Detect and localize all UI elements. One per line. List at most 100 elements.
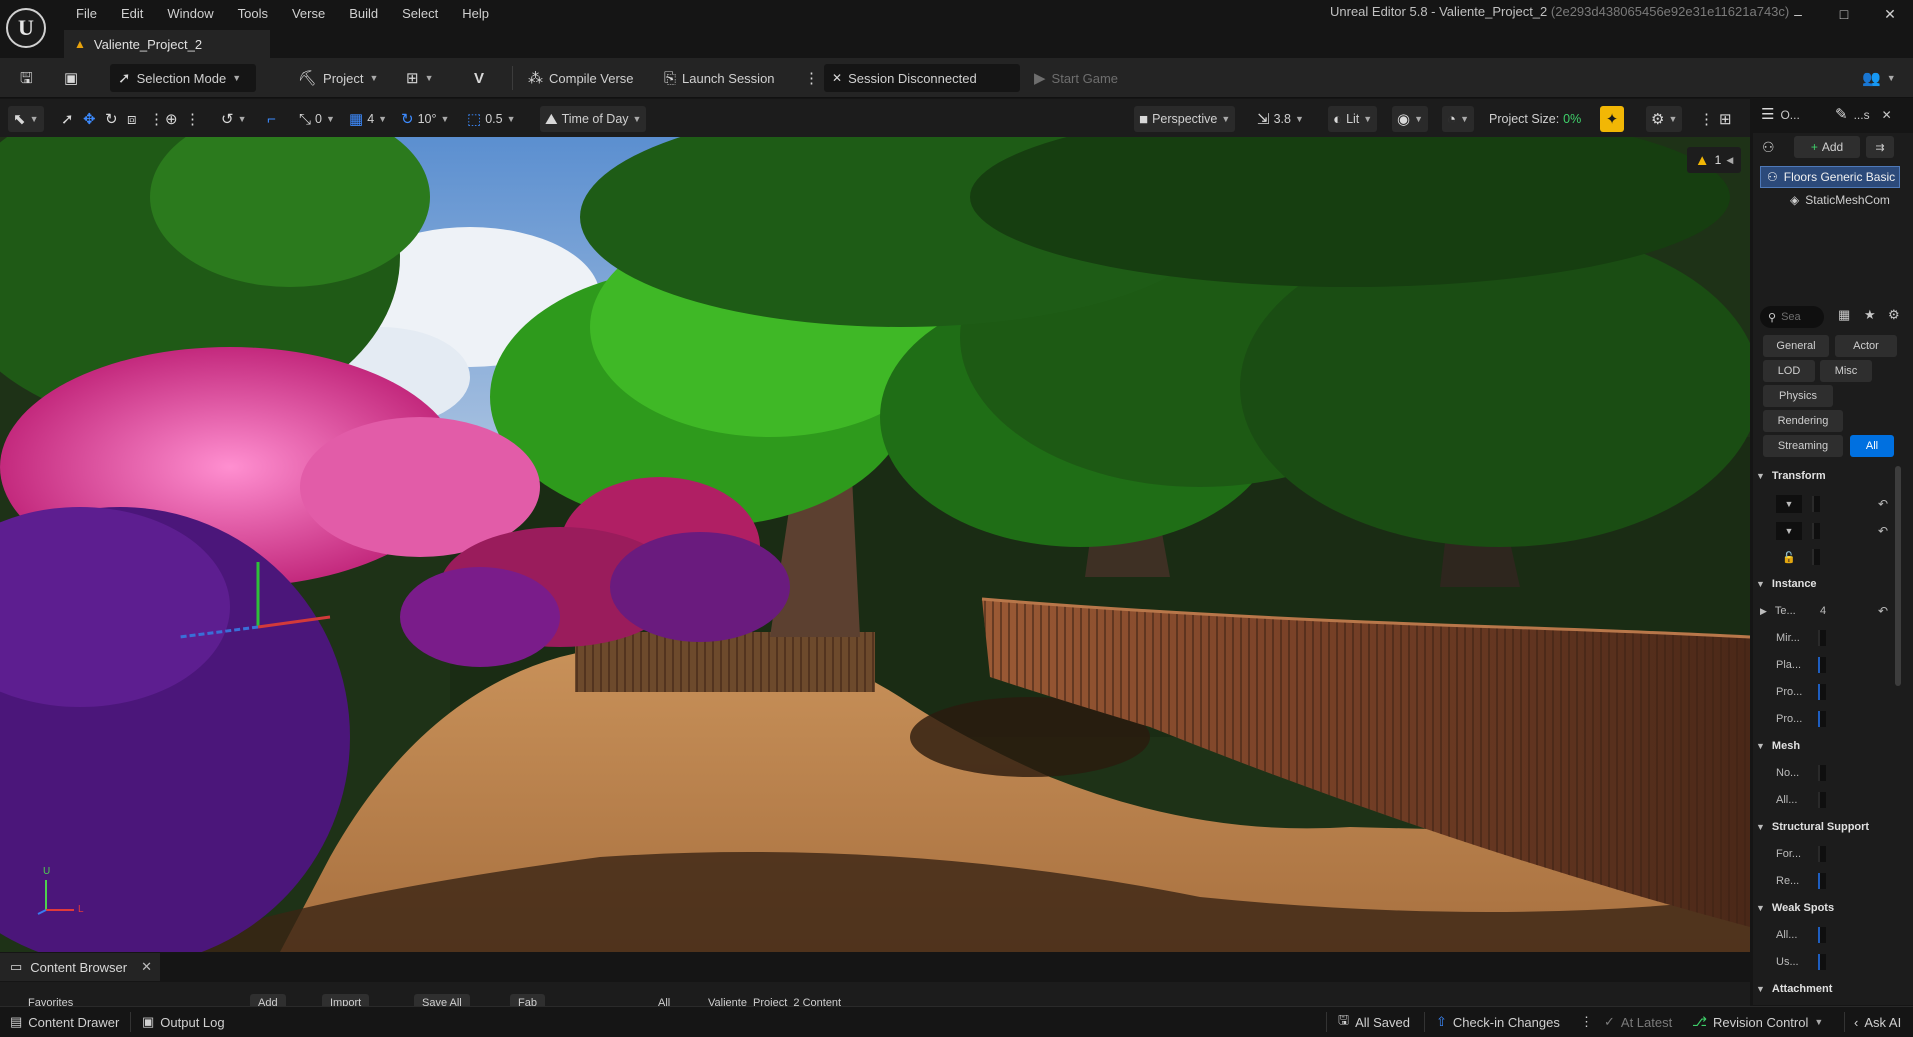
filter-actor[interactable]: Actor xyxy=(1835,335,1897,357)
add-content-dropdown[interactable]: ⊞ ▼ xyxy=(398,64,442,92)
menu-select[interactable]: Select xyxy=(390,6,450,21)
filter-misc[interactable]: Misc xyxy=(1820,360,1872,382)
unreal-logo[interactable]: U xyxy=(6,8,46,48)
transform-rotation-row[interactable]: ▼ ↶ xyxy=(1776,519,1892,543)
reset-icon[interactable]: ↶ xyxy=(1878,524,1888,538)
component-tree-item[interactable]: ◈ StaticMeshCom xyxy=(1790,190,1900,210)
viewport-warning-badge[interactable]: ▲ 1 ◀ xyxy=(1687,147,1741,173)
favorites-toggle[interactable]: Favorites xyxy=(20,994,81,1006)
filter-streaming[interactable]: Streaming xyxy=(1763,435,1843,457)
verse-icon[interactable]: V xyxy=(466,64,492,92)
angle-snap-dropdown[interactable]: ↻ 10° ▼ xyxy=(396,106,454,132)
scale-button[interactable]: ⧈ xyxy=(122,106,142,132)
section-transform[interactable]: ▼ Transform xyxy=(1756,463,1896,489)
section-mesh[interactable]: ▼ Mesh xyxy=(1756,733,1896,759)
start-game-button[interactable]: ▶ Start Game xyxy=(1026,64,1126,92)
reset-icon[interactable]: ↶ xyxy=(1878,497,1888,511)
close-tab-icon[interactable]: ✕ xyxy=(141,959,152,975)
menu-window[interactable]: Window xyxy=(155,6,225,21)
add-button[interactable]: Add xyxy=(250,994,286,1006)
blueprint-button[interactable]: ⇉ xyxy=(1866,136,1894,158)
transform-scale-row[interactable]: 🔓 xyxy=(1776,545,1892,569)
close-tab-icon[interactable]: ✕ xyxy=(1882,108,1892,122)
close-window-button[interactable]: ✕ xyxy=(1867,0,1913,28)
minimize-button[interactable]: – xyxy=(1775,0,1821,28)
section-structural-support[interactable]: ▼ Structural Support xyxy=(1756,814,1896,840)
menu-edit[interactable]: Edit xyxy=(109,6,155,21)
chevron-down-icon[interactable]: ▼ xyxy=(1776,522,1802,540)
menu-file[interactable]: File xyxy=(64,6,109,21)
section-instance[interactable]: ▼ Instance xyxy=(1756,571,1896,597)
outliner-tab[interactable]: ☰ O... xyxy=(1761,107,1800,122)
at-latest-status[interactable]: ✓ At Latest xyxy=(1604,1013,1672,1031)
filter-general[interactable]: General xyxy=(1763,335,1829,357)
show-dropdown[interactable]: ◉ ▼ xyxy=(1392,106,1429,132)
filter-physics[interactable]: Physics xyxy=(1763,385,1833,407)
time-of-day-dropdown[interactable]: ⛰ Time of Day ▼ xyxy=(540,106,647,132)
transform-location-row[interactable]: ▼ ↶ xyxy=(1776,492,1892,516)
level-tab[interactable]: ▲ Valiente_Project_2 xyxy=(64,30,270,58)
fab-button[interactable]: Fab xyxy=(510,994,545,1006)
star-icon[interactable]: ★ xyxy=(1864,307,1876,323)
users-icon[interactable]: 👥 ▼ xyxy=(1854,64,1904,92)
rotate-snap-dropdown[interactable]: ⤡ 0 ▼ xyxy=(294,106,340,132)
import-button[interactable]: Import xyxy=(322,994,370,1006)
details-search[interactable]: ⚲ Sea xyxy=(1760,306,1824,328)
revision-control-dropdown[interactable]: ⎇ Revision Control ▼ xyxy=(1692,1013,1823,1031)
project-dropdown[interactable]: ⛏ Project ▼ xyxy=(290,64,386,92)
ask-ai-button[interactable]: ‹ Ask AI xyxy=(1854,1013,1901,1031)
menu-tools[interactable]: Tools xyxy=(226,6,280,21)
save-all-button[interactable]: Save All xyxy=(414,994,470,1006)
output-log-button[interactable]: ▣ Output Log xyxy=(142,1013,225,1031)
compile-verse-button[interactable]: ⁂ Compile Verse xyxy=(520,64,642,92)
section-attachment[interactable]: ▼ Attachment xyxy=(1756,976,1896,1002)
transform-dropdown[interactable]: ↺ ▼ xyxy=(216,106,252,132)
breadcrumb-project-content[interactable]: Valiente_Project_2 Content xyxy=(700,994,849,1006)
perspective-dropdown[interactable]: ■ Perspective ▼ xyxy=(1134,106,1236,132)
filter-lod[interactable]: LOD xyxy=(1763,360,1815,382)
layout-button[interactable]: ⊞ xyxy=(1714,106,1737,132)
session-status[interactable]: ✕ Session Disconnected xyxy=(824,64,1020,92)
instance-row[interactable]: ▶ Te... 4 ↶ xyxy=(1760,599,1892,623)
grid-snap-dropdown[interactable]: ▦ 4 ▼ xyxy=(344,106,392,132)
filter-all[interactable]: All xyxy=(1850,435,1894,457)
filter-rendering[interactable]: Rendering xyxy=(1763,410,1843,432)
scale-snap-dropdown[interactable]: ⬚ 0.5 ▼ xyxy=(462,106,521,132)
menu-help[interactable]: Help xyxy=(450,6,501,21)
instance-row[interactable]: Mir... xyxy=(1776,626,1892,650)
menu-verse[interactable]: Verse xyxy=(280,6,337,21)
maximize-button[interactable]: □ xyxy=(1821,0,1867,28)
select-arrow-button[interactable]: ➚ xyxy=(56,106,79,132)
instance-row[interactable]: Pro... xyxy=(1776,707,1892,731)
menu-build[interactable]: Build xyxy=(337,6,390,21)
level-viewport[interactable] xyxy=(0,137,1750,952)
instance-row[interactable]: Pro... xyxy=(1776,680,1892,704)
breadcrumb-all[interactable]: All xyxy=(650,994,678,1006)
gear-icon[interactable]: ⚙ xyxy=(1888,307,1900,323)
instance-row[interactable]: Pla... xyxy=(1776,653,1892,677)
reset-icon[interactable]: ↶ xyxy=(1878,604,1888,618)
more-vertical-icon[interactable]: ⋮ xyxy=(1580,1013,1593,1031)
chevron-down-icon[interactable]: ▼ xyxy=(1776,495,1802,513)
all-saved-button[interactable]: 🖫 All Saved xyxy=(1338,1012,1410,1031)
launch-session-button[interactable]: ⎘ Launch Session xyxy=(656,64,783,92)
surface-snap-button[interactable]: ⌐ xyxy=(262,106,281,132)
performance-dropdown[interactable]: ◔ ▼ xyxy=(1442,106,1474,132)
details-scrollbar[interactable] xyxy=(1895,466,1901,686)
lit-dropdown[interactable]: ◐ Lit ▼ xyxy=(1328,106,1378,132)
check-in-changes-button[interactable]: ⇧ Check-in Changes xyxy=(1436,1013,1560,1031)
realtime-toggle[interactable]: ✦ xyxy=(1600,106,1624,132)
camera-speed-dropdown[interactable]: ⇲ 3.8 ▼ xyxy=(1252,106,1309,132)
content-browser-tab[interactable]: ▭ Content Browser ✕ xyxy=(0,953,160,981)
translate-button[interactable]: ✥ xyxy=(78,106,101,132)
more-vertical-icon[interactable]: ⋮ xyxy=(180,106,205,132)
browse-icon[interactable]: ▣ xyxy=(56,64,86,92)
structural-row[interactable]: For... xyxy=(1776,842,1892,866)
actor-tree-item[interactable]: ⚇ Floors Generic Basic xyxy=(1760,166,1900,188)
weak-spot-row[interactable]: Us... xyxy=(1776,950,1892,974)
save-icon[interactable]: 🖫 xyxy=(12,64,41,92)
selection-mode-dropdown[interactable]: ➚ Selection Mode ▼ xyxy=(110,64,256,92)
details-tab[interactable]: ✎ ...s ✕ xyxy=(1835,107,1892,122)
mesh-row[interactable]: No... xyxy=(1776,761,1892,785)
lock-icon[interactable]: 🔓 xyxy=(1782,551,1796,564)
